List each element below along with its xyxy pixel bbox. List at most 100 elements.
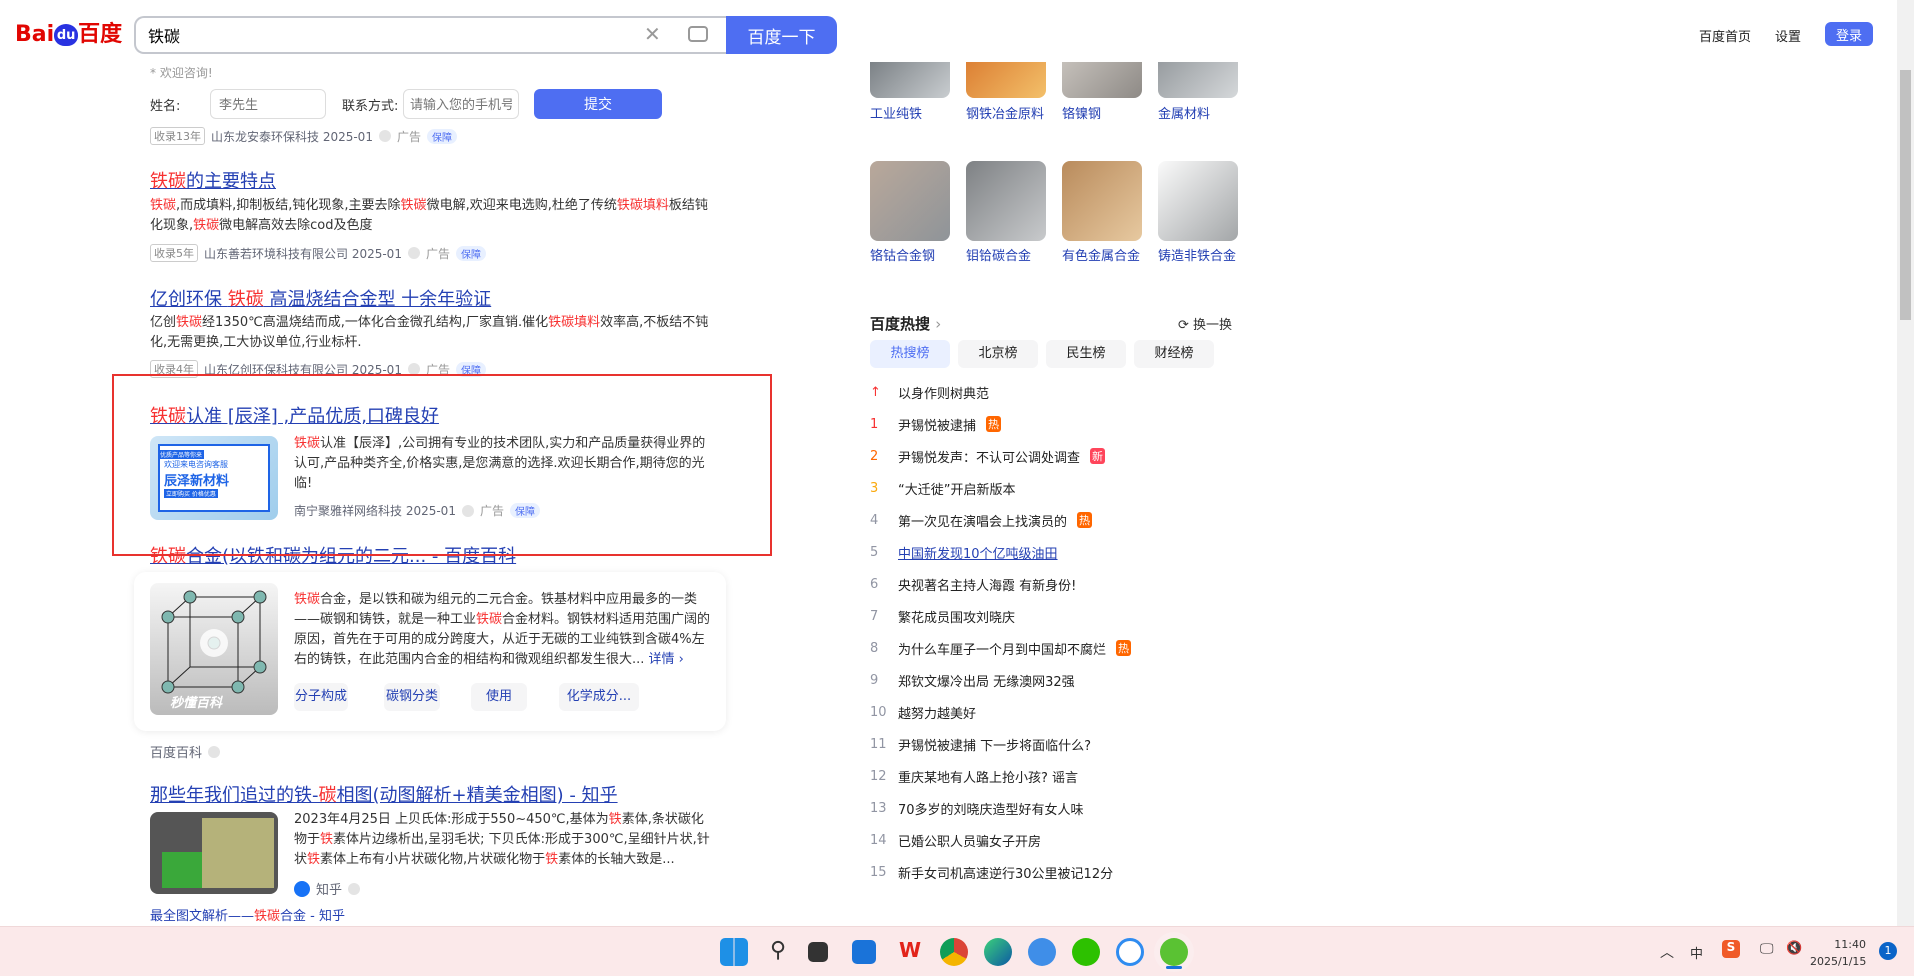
related-label[interactable]: 工业纯铁 [870,104,950,126]
baike-tag[interactable]: 分子构成 [294,683,348,711]
ime-indicator[interactable]: 中 [1690,943,1703,962]
chrome-icon[interactable] [940,938,968,966]
tab-beijing[interactable]: 北京榜 [958,340,1038,368]
hot-item[interactable]: 11 尹锡悦被逮捕 下一步将面临什么? [870,728,1091,760]
camera-icon[interactable] [688,26,708,42]
sogou-ime-icon[interactable]: S [1722,940,1740,958]
phase-diagram-image[interactable] [150,812,278,894]
hot-text[interactable]: 为什么车厘子一个月到中国却不腐烂 [898,639,1106,658]
related-image[interactable] [1158,161,1238,241]
hot-item[interactable]: 8 为什么车厘子一个月到中国却不腐烂热 [870,632,1132,664]
hot-text[interactable]: 央视著名主持人海霞 有新身份! [898,575,1076,594]
hot-text[interactable]: 中国新发现10个亿吨级油田 [898,543,1058,562]
wechat-icon[interactable] [1072,938,1100,966]
hot-text[interactable]: 尹锡悦被逮捕 [898,415,976,434]
scroll-thumb[interactable] [1900,70,1911,320]
related-image[interactable] [966,161,1046,241]
baidu-netdisk-icon[interactable] [1116,938,1144,966]
hot-title[interactable]: 百度热搜 › [870,313,941,334]
widgets-icon[interactable] [852,940,876,964]
related-label[interactable]: 钢铁冶金原料 [966,104,1046,126]
tab-finance[interactable]: 财经榜 [1134,340,1214,368]
result-title[interactable]: 铁碳的主要特点 [150,167,276,193]
more-link[interactable]: 详情 › [649,652,684,667]
hot-item[interactable]: 3 “大迁徙”开启新版本 [870,472,1015,504]
search-box[interactable]: ✕ [134,16,734,54]
related-label[interactable]: 有色金属合金 [1062,246,1142,268]
submit-button[interactable]: 提交 [534,89,662,119]
tab-hot[interactable]: 热搜榜 [870,340,950,368]
contact-field[interactable] [403,89,519,119]
hot-text[interactable]: 郑钦文爆冷出局 无缘澳网32强 [898,671,1075,690]
hot-text[interactable]: 新手女司机高速逆行30公里被记12分 [898,863,1113,882]
hot-text[interactable]: 越努力越美好 [898,703,976,722]
clear-icon[interactable]: ✕ [644,22,661,46]
hot-rank: 15 [870,864,887,880]
notification-badge[interactable]: 1 [1879,942,1897,960]
hot-text[interactable]: 已婚公职人员骗女子开房 [898,831,1041,850]
hot-item[interactable]: 14 已婚公职人员骗女子开房 [870,824,1041,856]
hot-item[interactable]: 12 重庆某地有人路上抢小孩? 谣言 [870,760,1078,792]
refresh-button[interactable]: ⟳ 换一换 [1178,314,1232,333]
hot-item[interactable]: 6 央视著名主持人海霞 有新身份! [870,568,1076,600]
hot-item[interactable]: 5 中国新发现10个亿吨级油田 [870,536,1058,568]
related-image[interactable] [1062,161,1142,241]
related-label[interactable]: 铬钴合金钢 [870,246,950,268]
volume-muted-icon[interactable]: 🔇 [1786,941,1802,956]
search-icon[interactable]: ⚲ [764,938,792,966]
hot-item[interactable]: 1 尹锡悦被逮捕热 [870,408,1002,440]
hot-rank: ↑ [870,384,881,400]
hot-text[interactable]: 繁花成员围攻刘晓庆 [898,607,1015,626]
sogou-browser-icon[interactable] [1028,938,1056,966]
hot-item[interactable]: 7 繁花成员围攻刘晓庆 [870,600,1015,632]
home-link[interactable]: 百度首页 [1699,26,1751,45]
video-thumbnail[interactable]: 秒懂百科 [150,583,278,715]
hot-text[interactable]: 重庆某地有人路上抢小孩? 谣言 [898,767,1078,786]
settings-link[interactable]: 设置 [1775,26,1801,45]
chevron-right-icon: › [935,315,942,333]
hot-rank: 2 [870,448,879,464]
hot-item[interactable]: ↑ 以身作则树典范 [870,376,989,408]
hot-item[interactable]: 9 郑钦文爆冷出局 无缘澳网32强 [870,664,1075,696]
desc-text: 微电解,欢迎来电选购,杜绝了传统 [426,198,617,213]
baike-tag[interactable]: 使用 [471,683,527,711]
ie-browser-icon[interactable] [1160,938,1188,966]
tray-chevron-icon[interactable]: ︿ [1660,942,1674,962]
search-button[interactable]: 百度一下 [726,16,837,54]
hot-text[interactable]: 70多岁的刘晓庆造型好有女人味 [898,799,1084,818]
result-title[interactable]: 那些年我们追过的铁-碳相图(动图解析+精美金相图) - 知乎 [150,781,618,807]
hot-text[interactable]: 以身作则树典范 [898,383,989,402]
edge-icon[interactable] [984,938,1012,966]
related-label[interactable]: 铬镍钢 [1062,104,1142,126]
result-title[interactable]: 亿创环保 铁碳 高温烧结合金型 十余年验证 [150,285,491,311]
video-label: 秒懂百科 [170,695,223,711]
network-icon[interactable]: 🖵 [1760,941,1774,957]
hot-rank: 8 [870,640,879,656]
baike-tag[interactable]: 碳钢分类 [384,683,440,711]
task-view-icon[interactable] [808,942,828,962]
name-field[interactable] [210,89,326,119]
related-label[interactable]: 铸造非铁合金 [1158,246,1238,268]
clock[interactable]: 11:40 2025/1/15 [1810,936,1866,970]
start-icon[interactable] [720,938,748,966]
hot-item[interactable]: 4 第一次见在演唱会上找演员的热 [870,504,1093,536]
baidu-logo[interactable]: Bai du 百度 [15,16,122,48]
hot-item[interactable]: 13 70多岁的刘晓庆造型好有女人味 [870,792,1084,824]
hot-text[interactable]: 第一次见在演唱会上找演员的 [898,511,1067,530]
hot-text[interactable]: 尹锡悦被逮捕 下一步将面临什么? [898,735,1091,754]
tab-minsheng[interactable]: 民生榜 [1046,340,1126,368]
hot-item[interactable]: 15 新手女司机高速逆行30公里被记12分 [870,856,1113,888]
baike-tag[interactable]: 化学成分... [559,683,639,711]
login-button[interactable]: 登录 [1825,22,1873,46]
related-image[interactable] [870,161,950,241]
hot-text[interactable]: “大迁徙”开启新版本 [898,479,1015,498]
sub-link[interactable]: 最全图文解析——铁碳合金 - 知乎 [150,905,345,924]
scrollbar[interactable] [1897,0,1914,926]
related-label[interactable]: 金属材料 [1158,104,1238,126]
search-input[interactable] [148,25,628,44]
hot-item[interactable]: 10 越努力越美好 [870,696,976,728]
hot-item[interactable]: 2 尹锡悦发声：不认可公调处调查新 [870,440,1106,472]
related-label[interactable]: 钼铪碳合金 [966,246,1046,268]
wps-icon[interactable]: W [896,938,924,966]
hot-text[interactable]: 尹锡悦发声：不认可公调处调查 [898,447,1080,466]
